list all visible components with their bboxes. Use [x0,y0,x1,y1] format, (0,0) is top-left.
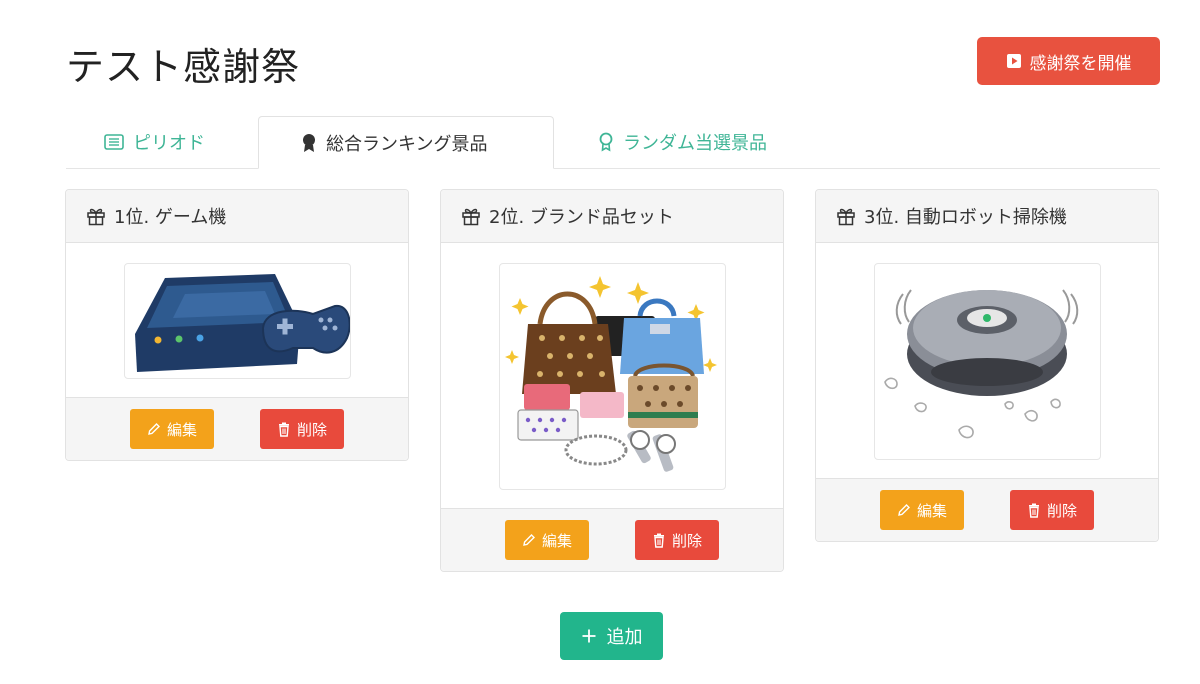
medal-icon [303,133,315,152]
prize-title: 3位. 自動ロボット掃除機 [864,207,1067,228]
award-icon [599,132,613,152]
prize-card-header: 2位. ブランド品セット [441,190,783,243]
prize-card-header: 1位. ゲーム機 [66,190,408,243]
pencil-icon [148,423,160,435]
edit-button[interactable]: 編集 [130,409,214,449]
delete-label: 削除 [671,531,702,550]
trash-icon [278,422,289,437]
prize-card-footer: 編集 削除 [441,508,783,571]
tab-period-label: ピリオド [133,133,205,154]
delete-button[interactable]: 削除 [260,409,344,449]
prize-card-header: 3位. 自動ロボット掃除機 [816,190,1158,243]
tab-overall-ranking-prizes[interactable]: 総合ランキング景品 [258,116,554,169]
prize-card-1: 1位. ゲーム機 編集 削除 [65,189,409,461]
trash-icon [653,533,664,548]
robot-vacuum-illustration [883,289,1078,439]
delete-button[interactable]: 削除 [1010,490,1094,530]
prize-card-3: 3位. 自動ロボット掃除機 編集 削除 [815,189,1159,542]
tab-random-prizes-label: ランダム当選景品 [623,133,767,154]
delete-label: 削除 [296,420,327,439]
pencil-icon [523,534,535,546]
list-icon [104,134,124,150]
trash-icon [1028,503,1039,518]
delete-button[interactable]: 削除 [635,520,719,560]
gift-icon [87,208,105,226]
play-icon [1006,54,1021,68]
plus-icon [582,629,595,643]
prize-card-footer: 編集 削除 [66,397,408,460]
gift-icon [837,208,855,226]
add-prize-label: 追加 [606,627,643,648]
add-prize-button[interactable]: 追加 [560,612,663,660]
tab-overall-ranking-label: 総合ランキング景品 [326,133,488,155]
prize-card-2: 2位. ブランド品セット 編集 削除 [440,189,784,572]
gift-icon [462,208,480,226]
edit-label: 編集 [916,501,947,520]
edit-label: 編集 [541,531,572,550]
brand-goods-illustration [504,276,717,472]
tab-bar: ピリオド 総合ランキング景品 ランダム当選景品 [66,116,1160,169]
edit-button[interactable]: 編集 [880,490,964,530]
delete-label: 削除 [1046,501,1077,520]
prize-title: 1位. ゲーム機 [114,207,227,228]
start-festival-label: 感謝祭を開催 [1029,53,1132,74]
start-festival-button[interactable]: 感謝祭を開催 [977,37,1160,85]
game-console-illustration [134,274,350,372]
prize-image-game-console [123,263,351,379]
tab-period[interactable]: ピリオド [104,116,205,168]
prize-image-brand-goods [498,263,726,490]
pencil-icon [898,504,910,516]
tab-random-prizes[interactable]: ランダム当選景品 [598,116,767,168]
prize-image-robot-vacuum [873,263,1101,460]
prize-card-footer: 編集 削除 [816,478,1158,541]
edit-button[interactable]: 編集 [505,520,589,560]
edit-label: 編集 [166,420,197,439]
page-title: テスト感謝祭 [66,45,301,89]
prize-title: 2位. ブランド品セット [489,207,674,228]
